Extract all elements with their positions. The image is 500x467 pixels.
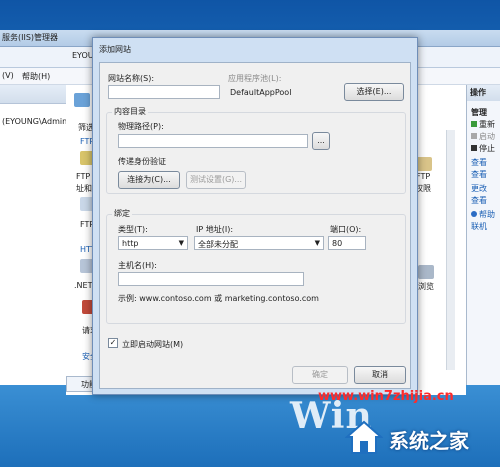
ok-button[interactable]: 确定 <box>292 366 348 384</box>
physical-path-input[interactable] <box>118 134 308 148</box>
ip-address-label: IP 地址(I): <box>196 225 234 234</box>
action-stop[interactable]: 停止 <box>471 143 495 154</box>
action-help[interactable]: 帮助 <box>471 209 495 220</box>
hostname-label: 主机名(H): <box>118 261 157 270</box>
passthrough-auth-label: 传递身份验证 <box>118 157 166 166</box>
globe-icon <box>74 93 90 107</box>
menu-view[interactable]: (V) <box>2 71 14 80</box>
type-label: 类型(T): <box>118 225 148 234</box>
restart-icon <box>471 121 477 127</box>
hostname-example: 示例: www.contoso.com 或 marketing.contoso.… <box>118 294 319 303</box>
browse-path-button[interactable]: ... <box>312 132 330 150</box>
ip-address-value: 全部未分配 <box>198 240 238 249</box>
select-app-pool-button[interactable]: 选择(E)... <box>344 83 404 101</box>
action-restart[interactable]: 重新 <box>471 119 495 130</box>
connect-as-button[interactable]: 连接为(C)... <box>118 171 180 189</box>
start-immediately-checkbox[interactable]: ✓ <box>108 338 118 348</box>
feature-net-label[interactable]: .NET <box>74 281 92 290</box>
menu-help[interactable]: 帮助(H) <box>22 71 50 82</box>
ip-address-select[interactable]: 全部未分配 ▼ <box>194 236 324 250</box>
help-icon <box>471 211 477 217</box>
brand-name: 系统之家 <box>389 429 469 453</box>
chevron-down-icon: ▼ <box>178 239 184 247</box>
browse-icon <box>418 265 434 279</box>
tree-node-server[interactable]: (EYOUNG\Admin <box>2 117 67 126</box>
features-scrollbar[interactable] <box>446 130 455 370</box>
action-stop-label: 停止 <box>479 144 495 153</box>
dialog-title: 添加网站 <box>99 45 131 54</box>
watermark-site: www.win7zhijia.cn <box>318 389 454 404</box>
connections-pane: (EYOUNG\Admin <box>0 85 67 385</box>
action-view-1[interactable]: 查看 <box>471 157 487 168</box>
connections-header <box>0 85 66 104</box>
action-restart-label: 重新 <box>479 120 495 129</box>
action-view-3[interactable]: 查看 <box>471 195 487 206</box>
start-icon <box>471 133 477 139</box>
ftp-permission-icon <box>416 157 432 171</box>
actions-pane: 操作 管理 重新 启动 停止 查看 查看 更改 查看 帮助 联机 <box>466 85 500 385</box>
action-change[interactable]: 更改 <box>471 183 487 194</box>
feature-browse-label[interactable]: 浏览 <box>418 281 434 292</box>
stop-icon <box>471 145 477 151</box>
port-input[interactable]: 80 <box>328 236 366 250</box>
feature-ftp-right-label[interactable]: FTP <box>416 172 430 181</box>
hostname-input[interactable] <box>118 272 304 286</box>
port-label: 端口(O): <box>330 225 362 234</box>
type-select[interactable]: http ▼ <box>118 236 188 250</box>
dialog-titlebar[interactable]: 添加网站 <box>93 38 417 60</box>
content-directory-title: 内容目录 <box>112 106 148 117</box>
type-select-value: http <box>122 239 139 248</box>
cancel-button[interactable]: 取消 <box>354 366 406 384</box>
site-name-label: 网站名称(S): <box>108 74 155 83</box>
binding-title: 绑定 <box>112 208 132 219</box>
brand-logo: 系统之家 <box>337 411 500 467</box>
actions-manage-label: 管理 <box>471 108 487 117</box>
action-start-label: 启动 <box>479 132 495 141</box>
house-icon <box>345 420 383 454</box>
test-settings-button[interactable]: 测试设置(G)... <box>186 171 246 189</box>
add-website-dialog: 添加网站 网站名称(S): 应用程序池(L): DefaultAppPool 选… <box>92 37 418 395</box>
action-online-help[interactable]: 联机 <box>471 221 487 232</box>
start-immediately-label[interactable]: 立即启动网站(M) <box>122 339 183 350</box>
app-pool-label: 应用程序池(L): <box>228 74 282 83</box>
chevron-down-icon: ▼ <box>314 239 320 247</box>
feature-ftp-label[interactable]: FTP <box>76 172 90 181</box>
actions-header: 操作 <box>467 85 500 101</box>
site-name-input[interactable] <box>108 85 220 99</box>
app-pool-field: DefaultAppPool <box>226 85 336 99</box>
window-title: 服务(IIS)管理器 <box>2 33 59 42</box>
action-view-2[interactable]: 查看 <box>471 169 487 180</box>
dialog-client-area: 网站名称(S): 应用程序池(L): DefaultAppPool 选择(E).… <box>99 62 411 389</box>
action-start[interactable]: 启动 <box>471 131 495 142</box>
physical-path-label: 物理路径(P): <box>118 122 164 131</box>
feature-ftp-label-2[interactable]: 址和 <box>76 183 92 194</box>
action-help-label: 帮助 <box>479 210 495 219</box>
